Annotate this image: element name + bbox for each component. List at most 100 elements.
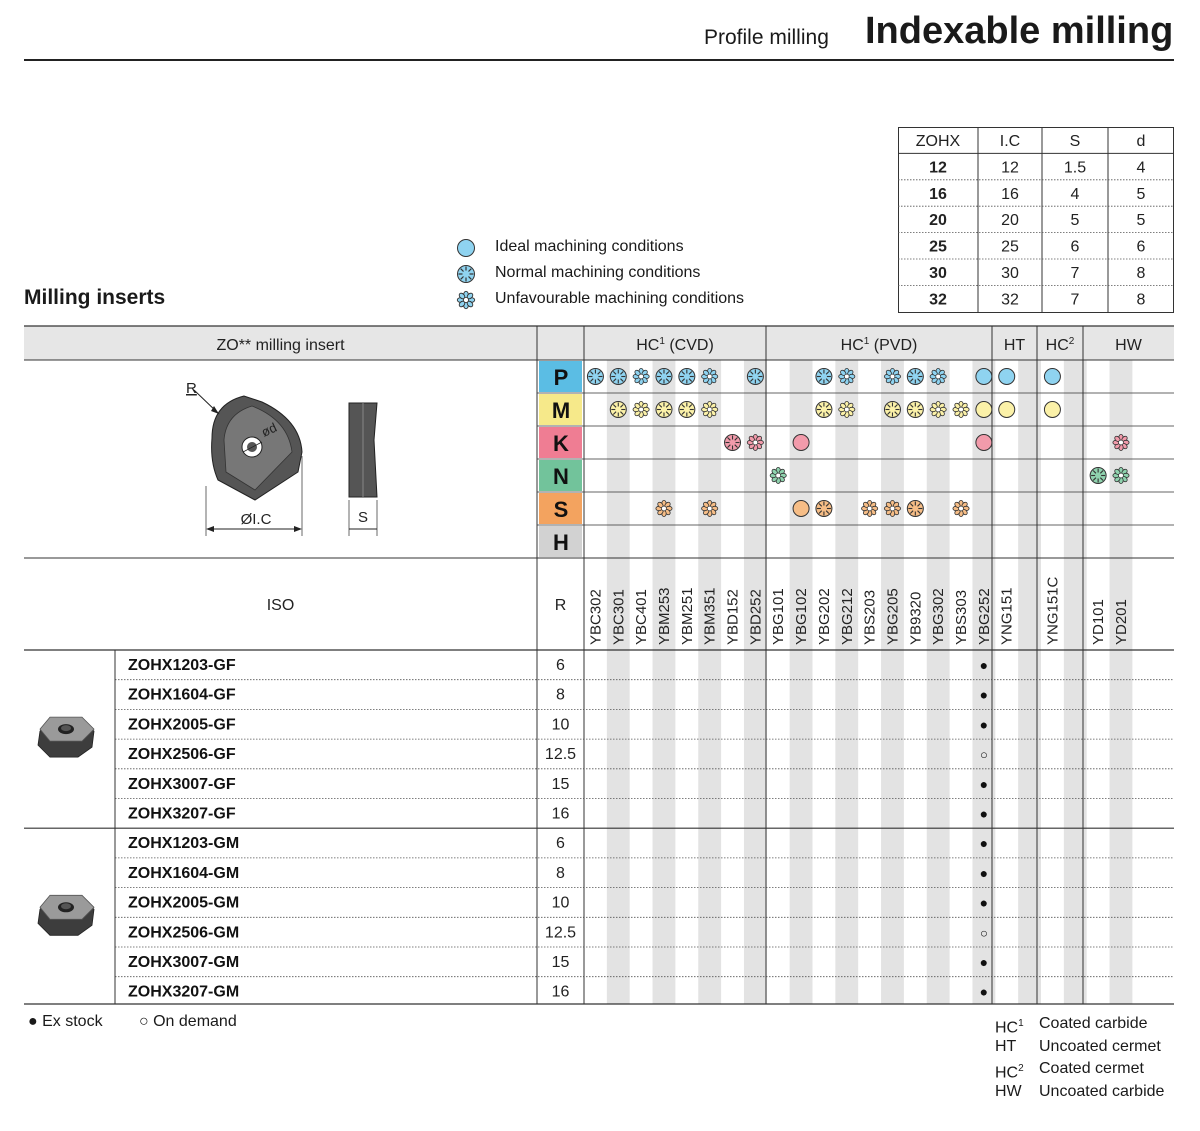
r-value: 16: [552, 984, 570, 1001]
grade-group-header: HW: [1115, 337, 1143, 354]
dim-cell: 20: [1001, 212, 1019, 229]
dim-cell: 7: [1071, 265, 1080, 282]
header-band: [24, 326, 1174, 360]
grade-label: YNG151C: [1044, 576, 1061, 645]
normal-gear-icon: [815, 401, 833, 418]
dim-cell: 8: [1137, 265, 1146, 282]
insert-header: ZO** milling insert: [216, 337, 345, 354]
stock-indicator: ●: [980, 687, 988, 703]
unfavourable-flower-icon: [701, 400, 719, 419]
stock-indicator: ○: [980, 925, 988, 940]
ex-stock-note: ● Ex stock: [28, 1013, 103, 1030]
dim-cell: 12: [1001, 159, 1019, 176]
stock-indicator: ●: [980, 895, 988, 911]
ideal-circle-icon: [792, 434, 810, 451]
dim-cell: 6: [1137, 239, 1146, 256]
dim-cell: 30: [1001, 265, 1019, 282]
grade-group-header: HT: [1004, 337, 1026, 354]
column-shade: [789, 360, 813, 1004]
dim-cell: 25: [1001, 239, 1019, 256]
ic-arrow-left: [206, 526, 214, 532]
r-value: 15: [552, 954, 570, 971]
grade-group-header: HC1 (CVD): [636, 336, 714, 354]
dim-cell: 4: [1071, 186, 1080, 203]
ideal-circle-icon: [1043, 368, 1061, 385]
normal-gear-icon: [609, 368, 627, 385]
dim-cell: 30: [929, 265, 947, 282]
ideal-circle-icon: [975, 368, 993, 385]
grade-label: YBC301: [610, 589, 627, 645]
dim-cell: 16: [1001, 186, 1019, 203]
normal-gear-icon: [746, 368, 764, 385]
dim-cell: 1.5: [1064, 159, 1086, 176]
dim-header-cell: S: [1070, 133, 1081, 150]
legend-label: Unfavourable machining conditions: [495, 290, 745, 307]
normal-gear-icon: [906, 401, 924, 418]
unfavourable-flower-icon: [883, 367, 901, 386]
stock-indicator: ○: [980, 747, 988, 762]
ideal-circle-icon: [1043, 401, 1061, 418]
header-divider: [24, 59, 1174, 61]
stock-indicator: ●: [980, 657, 988, 673]
column-shade: [881, 360, 904, 1004]
iso-code: ZOHX1604-GF: [128, 687, 236, 704]
unfavourable-flower-icon: [456, 290, 476, 310]
ideal-circle-icon: [457, 239, 475, 257]
dim-cell: 5: [1137, 186, 1146, 203]
unfavourable-flower-icon: [952, 499, 970, 518]
unfavourable-flower-icon: [929, 400, 947, 419]
on-demand-note: ○ On demand: [139, 1013, 237, 1030]
normal-gear-icon: [1089, 467, 1107, 484]
grade-label: YBD152: [725, 589, 742, 645]
dim-cell: 16: [929, 186, 947, 203]
iso-code: ZOHX3007-GM: [128, 954, 239, 971]
unfavourable-flower-icon: [883, 499, 901, 518]
unfavourable-flower-icon: [838, 400, 856, 419]
dim-header-cell: d: [1137, 133, 1146, 150]
grade-label: YD201: [1113, 599, 1130, 645]
r-value: 10: [552, 895, 570, 912]
unfavourable-flower-icon: [929, 367, 947, 386]
normal-gear-icon: [906, 500, 924, 517]
unfavourable-flower-icon: [632, 367, 650, 386]
unfavourable-flower-icon: [701, 367, 719, 386]
stock-indicator: ●: [980, 865, 988, 881]
unfavourable-flower-icon: [1112, 466, 1130, 485]
r-value: 8: [556, 865, 565, 882]
unfavourable-flower-icon: [701, 499, 719, 518]
grade-label: YBM351: [702, 587, 719, 645]
dim-cell: 20: [929, 212, 947, 229]
iso-header: ISO: [267, 597, 295, 614]
dim-cell: 12: [929, 159, 947, 176]
dim-cell: 32: [1001, 291, 1019, 308]
normal-gear-icon: [906, 368, 924, 385]
stock-indicator: ●: [980, 954, 988, 970]
dim-cell: 4: [1137, 159, 1146, 176]
dim-cell: 32: [929, 291, 947, 308]
iso-code: ZOHX3007-GF: [128, 776, 236, 793]
grade-label: YNG151: [999, 587, 1016, 645]
dim-cell: 5: [1137, 212, 1146, 229]
grade-label: YBS203: [862, 590, 879, 645]
grade-group-header: HC1 (PVD): [841, 336, 918, 354]
normal-gear-icon: [815, 368, 833, 385]
r-label: R: [186, 380, 197, 397]
dim-header-cell: I.C: [1000, 133, 1020, 150]
legend-label: Normal machining conditions: [495, 264, 701, 281]
insert-gm-image: [37, 894, 95, 936]
column-shade: [743, 360, 767, 1004]
page-title: Indexable milling: [865, 10, 1174, 52]
stock-indicator: ●: [980, 716, 988, 732]
column-shade: [1018, 360, 1041, 1004]
ideal-circle-icon: [975, 434, 993, 451]
iso-code: ZOHX2506-GF: [128, 746, 236, 763]
ideal-circle-icon: [975, 401, 993, 418]
insert-diagram: RødØI.C S: [186, 380, 378, 536]
grade-label: YBG212: [839, 588, 856, 645]
column-shade: [606, 360, 630, 1004]
dim-cell: 7: [1071, 291, 1080, 308]
unfavourable-flower-icon: [746, 433, 764, 452]
dim-cell: 6: [1071, 239, 1080, 256]
iso-code: ZOHX3207-GM: [128, 984, 239, 1001]
r-value: 16: [552, 806, 570, 823]
